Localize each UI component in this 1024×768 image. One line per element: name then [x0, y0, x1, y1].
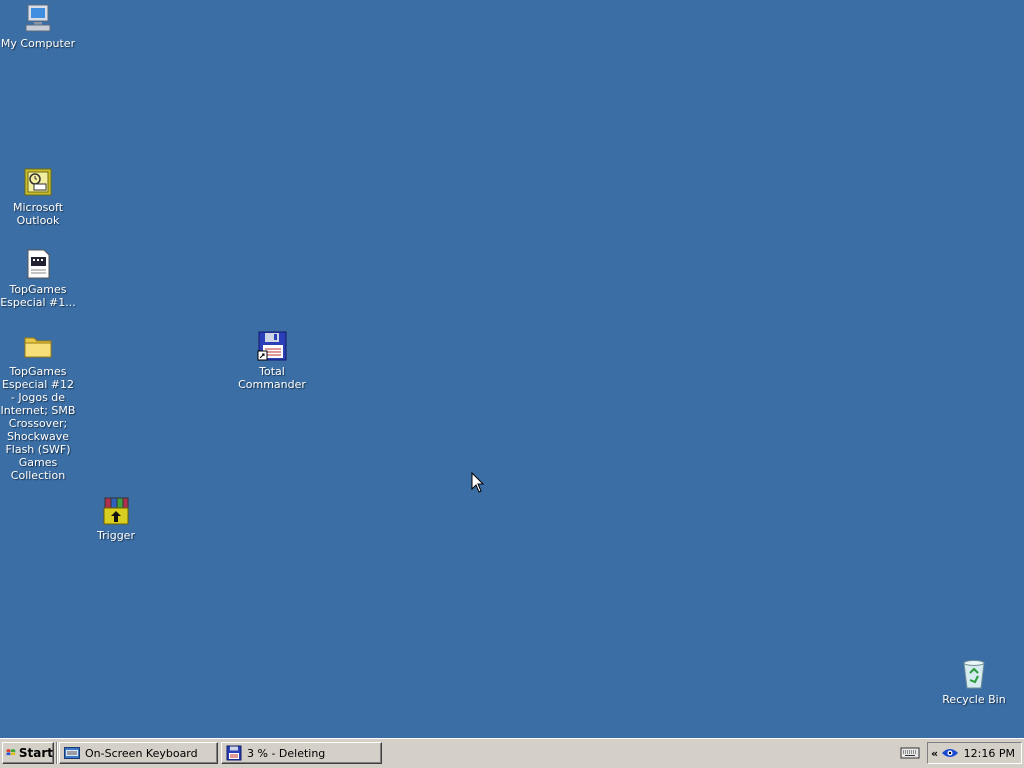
desktop-icon-label: Total Commander	[238, 365, 306, 391]
my-computer-icon	[25, 4, 51, 32]
keyboard-app-icon	[64, 747, 80, 759]
desktop-icon-label: TopGames Especial #1...	[0, 283, 76, 309]
task-button-deleting[interactable]: 3 % - Deleting	[221, 742, 382, 764]
system-tray: « 12:16 PM	[927, 742, 1022, 764]
outlook-icon	[24, 168, 52, 196]
recycle-bin-icon	[963, 660, 985, 689]
start-button[interactable]: Start	[2, 742, 54, 764]
windows-logo-icon	[6, 749, 16, 756]
folder-icon	[24, 337, 52, 358]
desktop-icon-label: Microsoft Outlook	[12, 201, 64, 227]
desktop-icon-total-commander[interactable]: Total Commander	[234, 330, 310, 391]
keyboard-indicator-icon[interactable]	[900, 746, 920, 760]
taskbar: Start On-Screen Keyboard 3 % - Deleting …	[0, 738, 1024, 768]
task-label: On-Screen Keyboard	[85, 746, 198, 760]
floppy-icon	[226, 745, 242, 761]
desktop-icon-label: Trigger	[97, 529, 135, 542]
mouse-pointer-icon	[471, 472, 485, 493]
eye-icon[interactable]	[941, 747, 959, 759]
clock[interactable]: 12:16 PM	[964, 747, 1015, 760]
desktop-icon-recycle-bin[interactable]: Recycle Bin	[936, 658, 1012, 706]
task-button-on-screen-keyboard[interactable]: On-Screen Keyboard	[59, 742, 218, 764]
task-label: 3 % - Deleting	[247, 746, 326, 760]
taskbar-separator	[56, 742, 58, 764]
tray-expand-button[interactable]: «	[931, 747, 938, 760]
desktop-icon-label: TopGames Especial #12 - Jogos de Interne…	[0, 365, 76, 482]
desktop-icon-label: My Computer	[0, 37, 76, 50]
desktop-icon-topgames-folder[interactable]: TopGames Especial #12 - Jogos de Interne…	[0, 330, 76, 482]
floppy-shortcut-icon	[257, 331, 287, 361]
desktop-icon-label: Recycle Bin	[942, 693, 1006, 706]
desktop-icon-trigger[interactable]: Trigger	[78, 494, 154, 542]
desktop-icon-topgames-document[interactable]: TopGames Especial #1...	[0, 248, 76, 309]
start-label: Start	[18, 746, 53, 760]
desktop: My Computer Microsoft Outlook TopGames E…	[0, 0, 1024, 738]
winrar-archive-icon	[103, 497, 129, 525]
document-icon	[27, 249, 50, 279]
desktop-icon-my-computer[interactable]: My Computer	[0, 2, 76, 50]
desktop-icon-microsoft-outlook[interactable]: Microsoft Outlook	[0, 166, 76, 227]
